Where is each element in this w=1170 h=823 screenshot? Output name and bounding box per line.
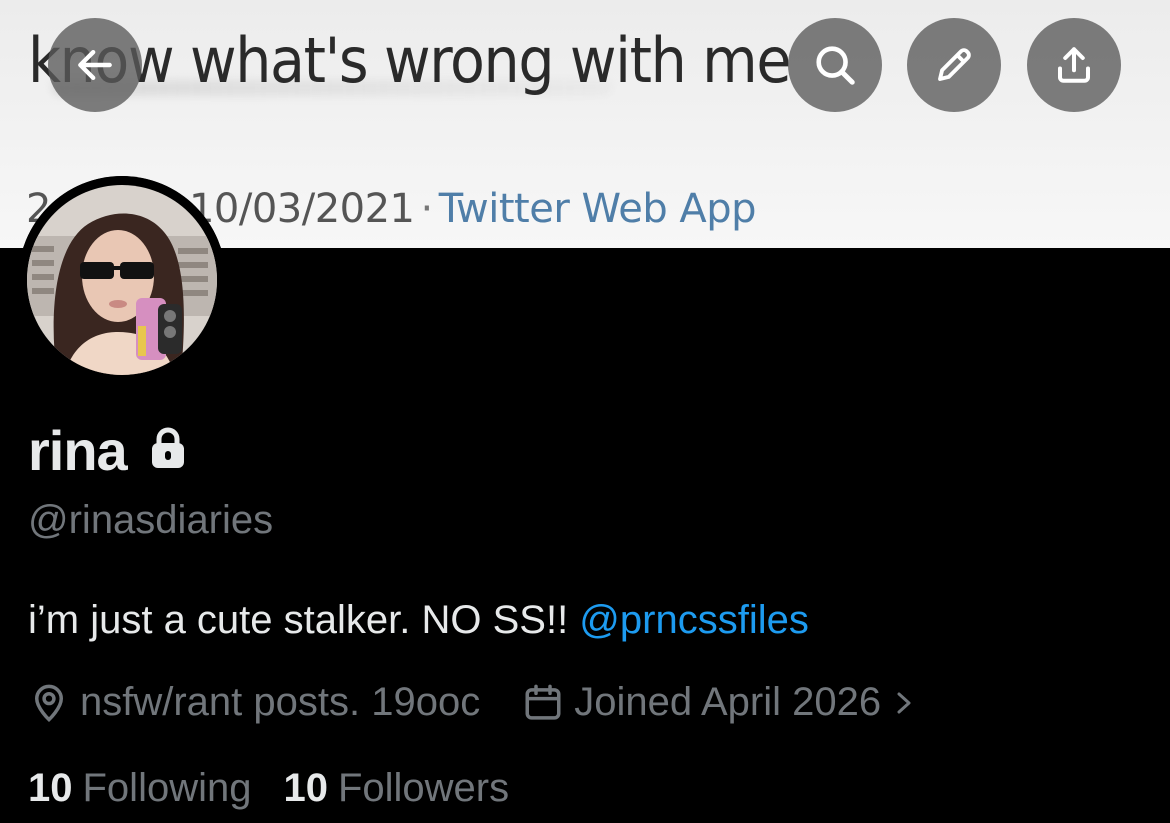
joined-text: Joined April 2026 [574,680,882,724]
location-pin-icon [34,684,64,722]
followers-label: Followers [337,766,510,810]
edit-button[interactable] [907,18,1001,112]
following-link[interactable]: 10 Following [28,766,251,811]
username-handle: @rinasdiaries [28,498,274,542]
search-icon [816,46,855,85]
pencil-icon [938,48,971,81]
profile-meta-row: nsfw/rant posts. 19ooc Joined April 2026 [28,680,925,725]
joined-item[interactable]: Joined April 2026 [522,680,925,725]
search-button[interactable] [788,18,882,112]
followers-link[interactable]: 10 Followers [283,766,509,811]
bio-text: i’m just a cute stalker. NO SS!! [28,598,580,642]
profile-page: know what's wrong with me 2 10/03/2021 · Tw… [0,0,1170,823]
location-item: nsfw/rant posts. 19ooc [28,680,480,725]
banner-separator: · [420,186,434,232]
display-name-row: rina [28,418,187,483]
chevron-right-icon [897,692,911,713]
display-name: rina [28,419,128,482]
back-arrow-icon [78,49,112,81]
following-label: Following [82,766,252,810]
following-count: 10 [28,766,73,810]
followers-count: 10 [283,766,328,810]
calendar-icon [525,684,561,720]
lock-icon [149,418,187,483]
follow-stats: 10 Following 10 Followers [28,766,509,811]
banner-date: 10/03/2021 [188,186,415,232]
banner-source-app: Twitter Web App [438,186,757,232]
back-button[interactable] [48,18,142,112]
avatar-photo [18,176,226,384]
location-text: nsfw/rant posts. 19ooc [80,680,481,724]
banner-tweet-text: know what's wrong with me [28,24,791,97]
avatar[interactable] [18,176,226,384]
bio-mention-link[interactable]: @prncssfiles [579,598,809,642]
bio: i’m just a cute stalker. NO SS!! @prncss… [28,598,809,643]
share-icon [1057,47,1091,83]
share-button[interactable] [1027,18,1121,112]
